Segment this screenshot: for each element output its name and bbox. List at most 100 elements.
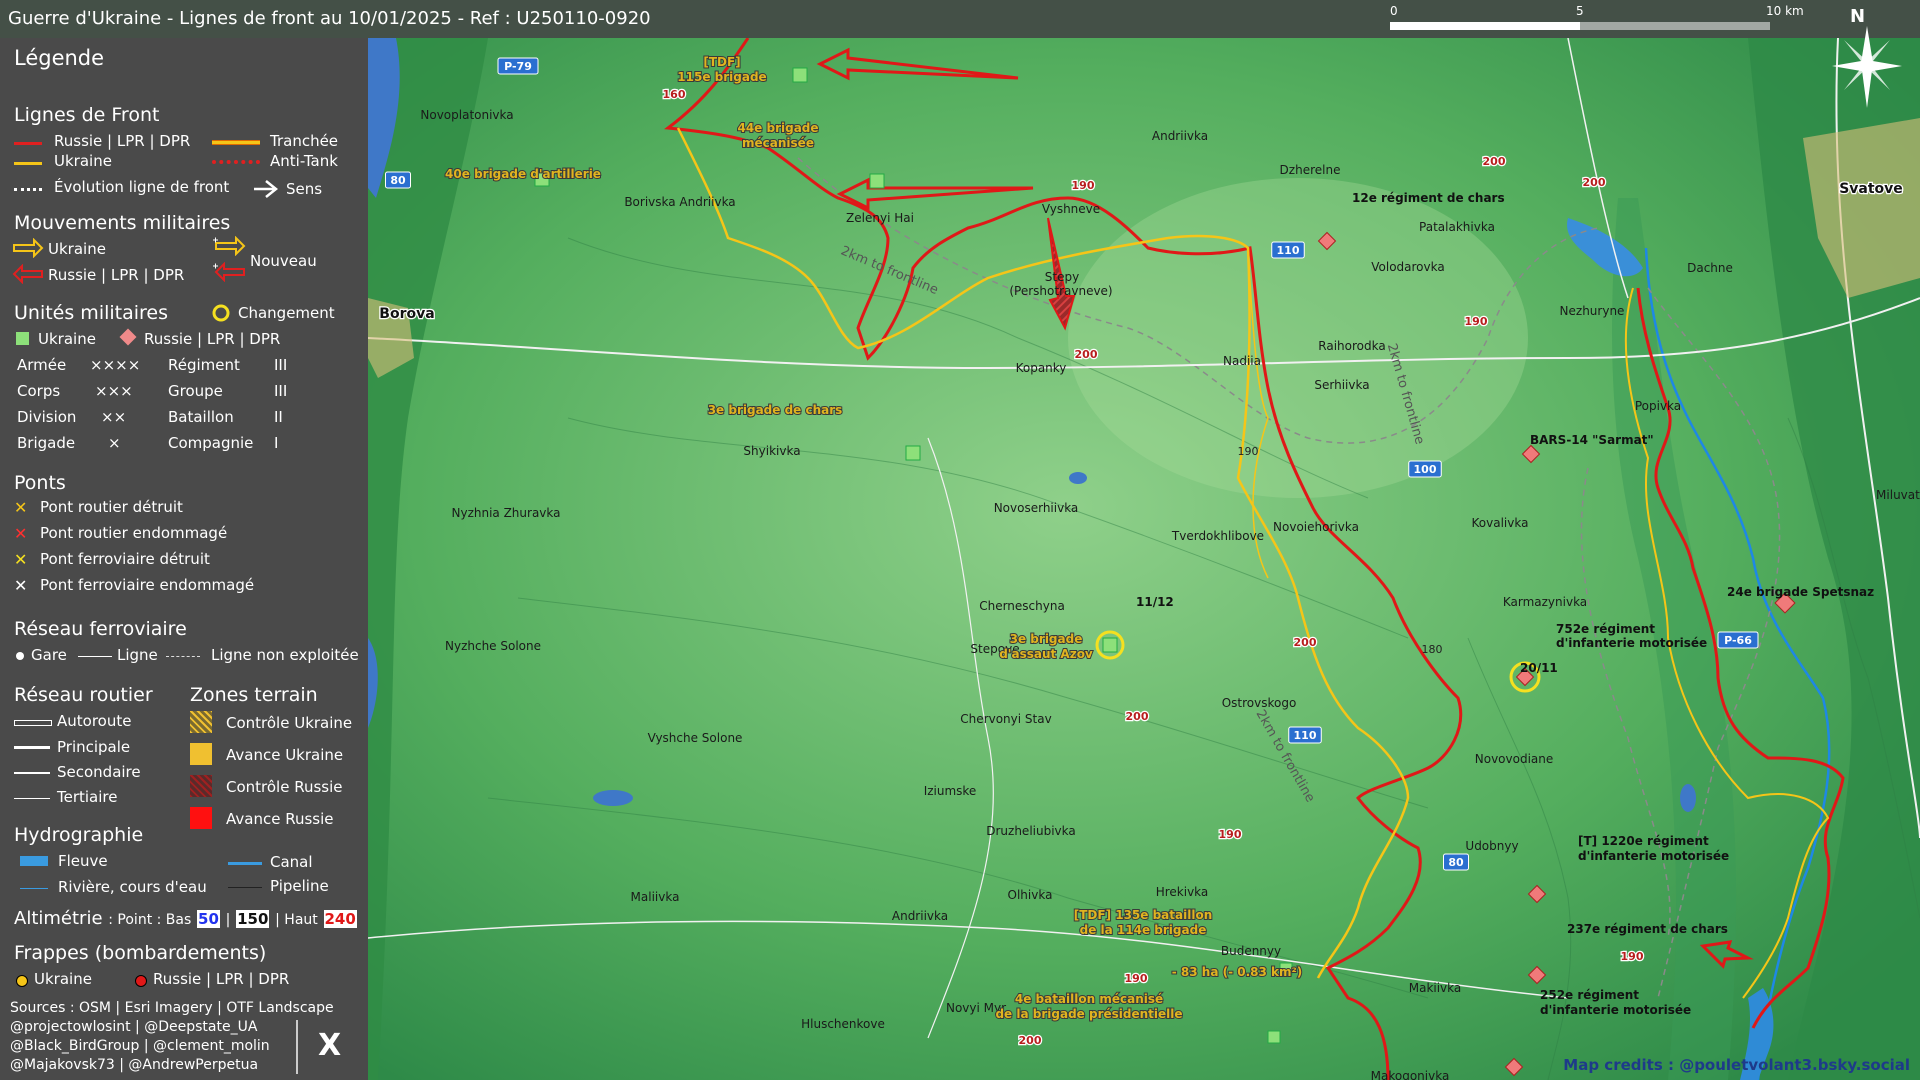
road-tertiary-label: Tertiaire: [57, 788, 118, 806]
place-label: Kopanky: [1016, 361, 1067, 375]
place-label: Andriivka: [892, 909, 948, 923]
place-label: Patalakhivka: [1419, 220, 1495, 234]
road-motorway-swatch: [14, 720, 52, 726]
unit-ukraine-icon[interactable]: [869, 173, 885, 189]
place-label: Zelenyi Hai: [846, 211, 914, 225]
place-label: Serhiivka: [1314, 378, 1369, 392]
russia-unit-label: 252e régiment: [1540, 988, 1639, 1002]
direction-arrow-icon: [254, 180, 279, 198]
front-russia-swatch: [14, 142, 42, 145]
rail-heading: Réseau ferroviaire: [14, 618, 187, 640]
pond: [593, 790, 633, 806]
unit-ukraine-swatch: [16, 332, 29, 345]
altitude-point-high: 190: [1219, 828, 1242, 841]
hydro-canal-label: Canal: [270, 853, 313, 871]
place-label: Makiivka: [1409, 981, 1462, 995]
echelon-division: Division: [17, 408, 77, 426]
sources-line-3: @Black_BirdGroup | @clement_molin: [10, 1038, 270, 1054]
echelon-battalion-symbol: II: [274, 408, 283, 426]
place-label: (Pershotravneve): [1009, 284, 1112, 298]
place-label: Makogonivka: [1371, 1069, 1450, 1080]
place-label: Dzherelne: [1280, 163, 1341, 177]
altitude-point-high: 190: [1125, 972, 1148, 985]
map-canvas[interactable]: MiasozharivkaKolomyichikhaZmiivkaNovopla…: [368, 38, 1920, 1080]
place-label: Vyshneve: [1042, 202, 1100, 216]
place-label: Budennyy: [1221, 944, 1281, 958]
russia-unit-label: BARS-14 "Sarmat": [1530, 433, 1654, 447]
altitude-point-high: 200: [1294, 636, 1317, 649]
town-label: Svatove: [1839, 181, 1903, 197]
ukraine-unit-label: 3e brigade de chars: [708, 403, 843, 417]
rail-unused-swatch: [166, 656, 200, 657]
direction-label: Sens: [286, 180, 323, 198]
place-label: Hrekivka: [1156, 885, 1209, 899]
echelon-army: Armée: [17, 356, 67, 374]
place-label: Hluschenkove: [801, 1017, 885, 1031]
move-new-russia-arrow-icon: [213, 262, 245, 282]
echelon-brigade-symbol: ×: [108, 434, 121, 452]
altitude-point-high: 190: [1465, 315, 1488, 328]
roads-heading: Réseau routier: [14, 684, 153, 706]
move-russia-arrow-icon: [12, 264, 43, 284]
road-tertiary-swatch: [14, 798, 50, 799]
hydro-stream-label: Rivière, cours d'eau: [58, 878, 207, 896]
altitude-point-high: 200: [1126, 710, 1149, 723]
altimetry-mid: 150: [236, 910, 270, 928]
legend-panel: Légende Lignes de Front Russie | LPR | D…: [0, 38, 368, 1080]
echelon-corps-symbol: ×××: [95, 382, 133, 400]
hydro-stream-swatch: [20, 888, 48, 889]
terrain-ru-control-swatch: [190, 775, 212, 797]
echelon-group: Groupe: [168, 382, 223, 400]
place-label: Stepy: [1045, 270, 1079, 284]
front-russia-label: Russie | LPR | DPR: [54, 132, 191, 150]
unit-ukraine-icon[interactable]: [1102, 637, 1118, 653]
x-logo[interactable]: X: [318, 1028, 341, 1063]
ukraine-unit-label: de la brigade présidentielle: [995, 1007, 1182, 1021]
map-credit: Map credits : @pouletvolant3.bsky.social: [1563, 1056, 1910, 1074]
altimetry-high: 240: [323, 910, 357, 928]
unit-ukraine-icon[interactable]: [905, 445, 921, 461]
terrain-ru-control-label: Contrôle Russie: [226, 778, 343, 796]
altimetry-text-1: : Point : Bas: [108, 912, 192, 928]
place-label: Olhivka: [1008, 888, 1053, 902]
rail-line-swatch: [78, 656, 112, 657]
move-russia-label: Russie | LPR | DPR: [48, 266, 185, 284]
place-label: Iziumske: [924, 784, 977, 798]
road-number-label: 110: [1277, 244, 1300, 257]
rail-station-label: Gare: [31, 646, 67, 664]
place-label: Nyzhnia Zhuravka: [451, 506, 560, 520]
unit-change-label: Changement: [238, 304, 335, 322]
scale-segment-2: [1580, 22, 1770, 30]
sources-line-4: @Majakovsk73 | @AndrewPerpetua: [10, 1057, 259, 1073]
place-label: Popivka: [1635, 399, 1681, 413]
terrain-ru-advance-swatch: [190, 807, 212, 829]
bridges-heading: Ponts: [14, 472, 66, 494]
bridge-road-damaged-icon: ✕: [14, 524, 28, 543]
terrain-ua-control-label: Contrôle Ukraine: [226, 714, 353, 732]
ukraine-unit-label: 40e brigade d'artillerie: [445, 167, 601, 181]
place-label: Vyshche Solone: [648, 731, 743, 745]
ukraine-unit-label: - 83 ha (- 0.83 km²): [1172, 965, 1303, 979]
unit-ukraine-icon[interactable]: [792, 67, 808, 83]
echelon-division-symbol: ××: [101, 408, 127, 426]
road-number-label: 100: [1414, 463, 1437, 476]
ukraine-unit-label: 44e brigade: [737, 121, 818, 135]
russia-unit-label: 11/12: [1136, 595, 1174, 609]
hydro-canal-swatch: [228, 862, 262, 865]
altitude-point-high: 200: [1075, 348, 1098, 361]
place-label: Chervonyi Stav: [960, 712, 1051, 726]
place-label: Karmazynivka: [1503, 595, 1587, 609]
unit-russia-swatch: [119, 328, 137, 346]
unit-ukraine-icon[interactable]: [1267, 1030, 1281, 1044]
ukraine-unit-label: de la 114e brigade: [1080, 923, 1207, 937]
front-evolution-swatch: [14, 188, 42, 191]
ukraine-unit-label: 3e brigade: [1010, 632, 1083, 646]
bridge-rail-destroyed-label: Pont ferroviaire détruit: [40, 550, 210, 568]
terrain-heading: Zones terrain: [190, 684, 318, 706]
legend-heading: Légende: [14, 46, 105, 70]
front-ukraine-label: Ukraine: [54, 152, 112, 170]
place-label: Tverdokhlibove: [1171, 529, 1264, 543]
echelon-brigade: Brigade: [17, 434, 76, 452]
altimetry-sep: |: [225, 912, 231, 928]
scale-bar-widget: 0 5 10 km: [1390, 4, 1804, 38]
